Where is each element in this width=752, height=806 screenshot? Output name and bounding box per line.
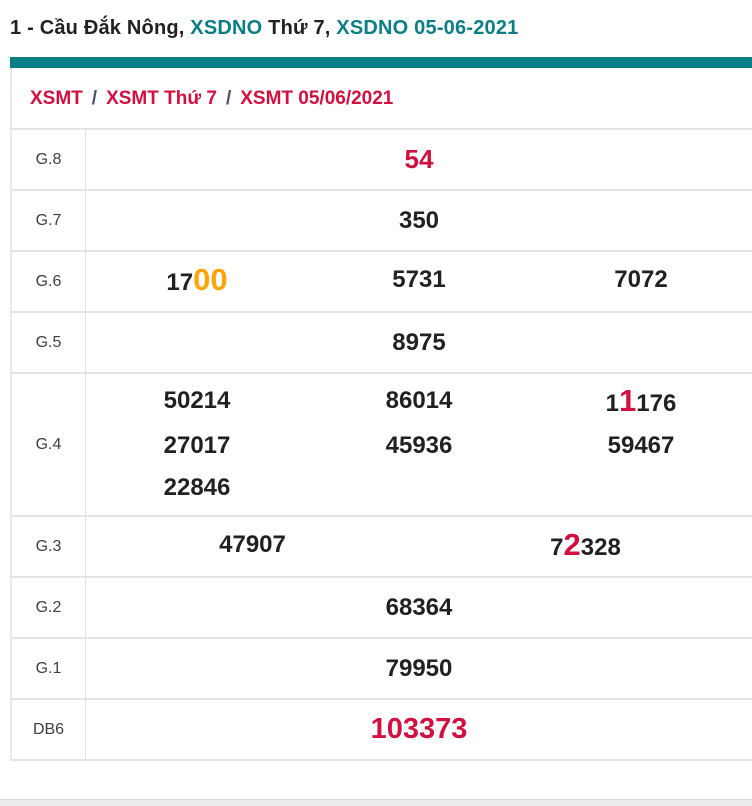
breadcrumb-separator: /	[225, 88, 232, 109]
prize-values: 1700 5731 7072	[86, 252, 752, 311]
prize-label: G.1	[12, 639, 86, 698]
highlighted-digit: 1	[619, 383, 637, 418]
prize-values: 54	[86, 130, 752, 189]
table-row: G.8 54	[12, 130, 752, 191]
digit-segment: 7072	[614, 266, 668, 293]
breadcrumb-link-xsmt-date[interactable]: XSMT 05/06/2021	[240, 88, 393, 109]
next-section-edge	[0, 799, 752, 806]
digit-segment: 45936	[385, 432, 453, 459]
digit-segment: 50214	[163, 387, 231, 414]
prize-number: 45936	[386, 425, 453, 467]
prize-number: 103373	[371, 708, 468, 752]
prize-number: 27017	[164, 425, 231, 467]
breadcrumb: XSMT / XSMT Thứ 7 / XSMT 05/06/2021	[12, 68, 752, 130]
divider-bar	[10, 57, 752, 68]
prize-values: 350	[86, 191, 752, 250]
digit-segment: 47907	[219, 531, 286, 558]
table-row: G.1 79950	[12, 639, 752, 700]
breadcrumb-link-xsmt-thu7[interactable]: XSMT Thứ 7	[106, 88, 217, 109]
highlighted-digit: 00	[193, 262, 228, 297]
prize-number: 11176	[606, 380, 677, 425]
prize-label: G.6	[12, 252, 86, 311]
prize-label: G.5	[12, 313, 86, 372]
prize-label: G.7	[12, 191, 86, 250]
page-title: 1 - Cầu Đắk Nông, XSDNO Thứ 7, XSDNO 05-…	[10, 16, 752, 41]
prize-number: 50214	[164, 380, 231, 425]
highlighted-digit: 54	[404, 143, 434, 174]
digit-segment: 79950	[385, 654, 453, 682]
results-panel: XSMT / XSMT Thứ 7 / XSMT 05/06/2021 G.8 54 G.7…	[10, 68, 752, 761]
digit-segment: 17	[166, 269, 194, 296]
digit-segment: 8975	[392, 328, 446, 356]
table-row: G.2 68364	[12, 578, 752, 639]
title-link-xsdno[interactable]: XSDNO	[190, 17, 262, 39]
table-row: G.4 50214 86014 11176 27017 45936 59467 22846	[12, 374, 752, 517]
prize-values: 47907 72328	[86, 517, 752, 576]
digit-segment: 68364	[385, 593, 453, 621]
prize-number: 47907	[219, 524, 286, 569]
digit-segment: 22846	[163, 474, 231, 501]
prize-label: G.3	[12, 517, 86, 576]
prize-values: 50214 86014 11176 27017 45936 59467 22846	[86, 374, 752, 515]
digit-segment: 7	[550, 534, 564, 561]
breadcrumb-link-xsmt[interactable]: XSMT	[30, 88, 83, 109]
prize-label: G.8	[12, 130, 86, 189]
prize-number: 8975	[392, 322, 445, 364]
digit-segment: 328	[580, 534, 621, 561]
highlighted-digit: 103373	[370, 712, 468, 745]
title-text-prefix: 1 - Cầu Đắk Nông,	[10, 17, 191, 39]
prize-label: G.2	[12, 578, 86, 637]
prize-number: 86014	[386, 380, 453, 425]
lottery-results-table: G.8 54 G.7 350 G.6 1700 5731 7072 G.5 8975 G.4 5021…	[12, 130, 752, 761]
title-text-weekday: Thứ 7,	[262, 17, 337, 39]
digit-segment: 27017	[163, 432, 231, 459]
digit-segment: 86014	[385, 387, 453, 414]
prize-number: 72328	[550, 524, 621, 569]
table-row: G.6 1700 5731 7072	[12, 252, 752, 313]
prize-label: G.4	[12, 374, 86, 515]
digit-segment: 350	[398, 206, 440, 234]
prize-number: 59467	[608, 425, 675, 467]
digit-segment: 59467	[607, 432, 675, 459]
digit-segment: 5731	[392, 266, 446, 293]
prize-number: 350	[399, 200, 439, 242]
prize-values: 68364	[86, 578, 752, 637]
prize-values: 103373	[86, 700, 752, 759]
prize-number: 54	[405, 138, 434, 182]
highlighted-digit: 2	[563, 527, 581, 562]
digit-segment: 1	[605, 390, 620, 417]
prize-values: 79950	[86, 639, 752, 698]
breadcrumb-separator: /	[91, 88, 98, 109]
page: 1 - Cầu Đắk Nông, XSDNO Thứ 7, XSDNO 05-…	[0, 16, 752, 806]
prize-values: 8975	[86, 313, 752, 372]
prize-number: 79950	[386, 648, 453, 690]
prize-number: 7072	[614, 259, 667, 304]
table-row: G.5 8975	[12, 313, 752, 374]
title-link-xsdno-date[interactable]: XSDNO 05-06-2021	[336, 17, 518, 39]
table-row: DB6 103373	[12, 700, 752, 761]
prize-number: 22846	[164, 467, 231, 509]
prize-number: 1700	[166, 259, 227, 304]
table-row: G.3 47907 72328	[12, 517, 752, 578]
prize-number: 5731	[392, 259, 445, 304]
table-row: G.7 350	[12, 191, 752, 252]
prize-label: DB6	[12, 700, 86, 759]
prize-number: 68364	[386, 587, 453, 629]
digit-segment: 176	[636, 390, 677, 417]
